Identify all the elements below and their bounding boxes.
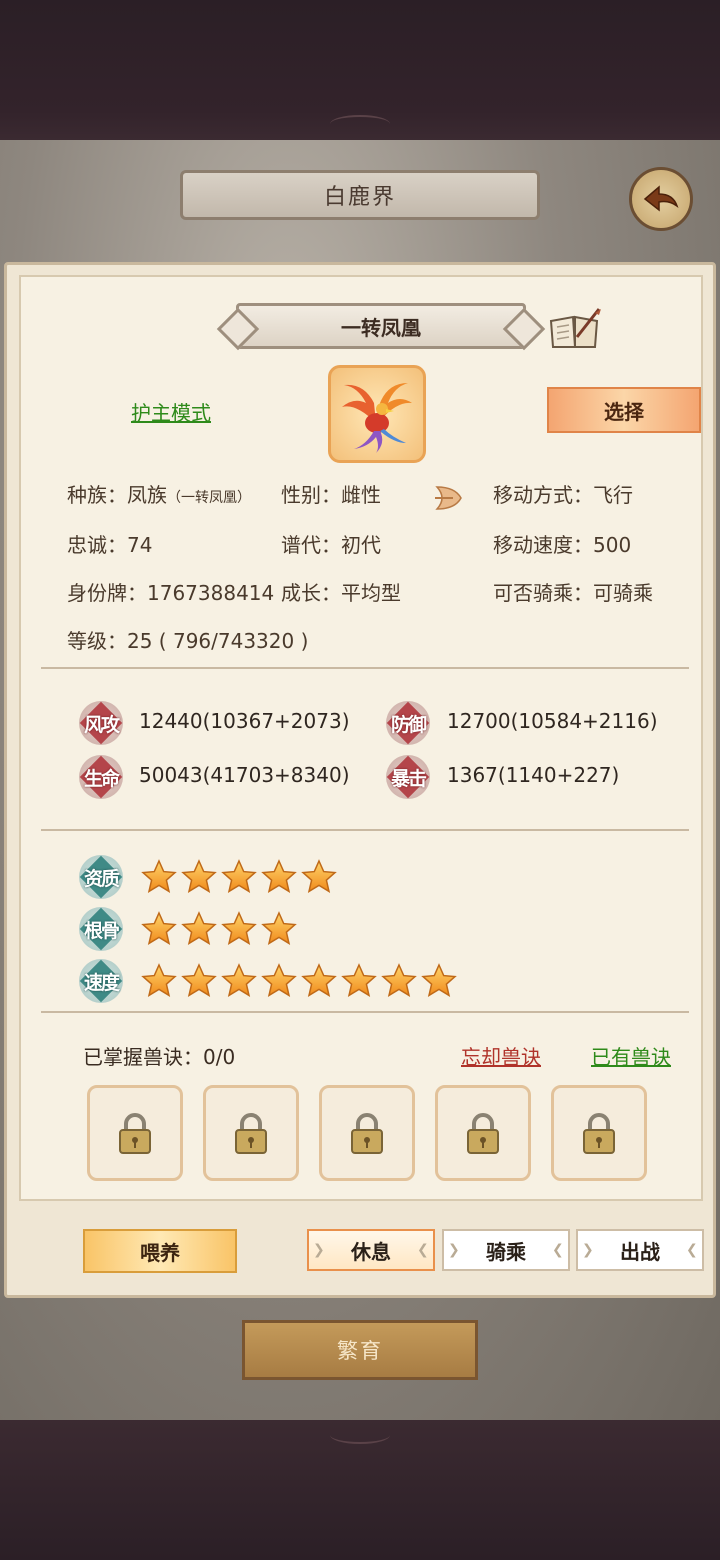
select-button[interactable]: 选择	[547, 387, 701, 433]
skill-slot[interactable]	[435, 1085, 531, 1181]
divider	[41, 1011, 689, 1013]
id-tag-info: 身份牌：1767388414	[67, 581, 275, 605]
pet-name: 一转凤凰	[341, 315, 421, 340]
star-icon	[141, 859, 177, 899]
back-button[interactable]	[629, 167, 693, 231]
pet-detail-inner: 一转凤凰 护主模式 选择 种族：凤族（一转凤凰） 性别：雌性 移动方式：飞行 忠…	[19, 275, 703, 1201]
stat-badge-wind-attack: 风攻	[79, 701, 123, 745]
scene-title: 白鹿界	[180, 170, 540, 220]
race-info: 种族：凤族（一转凤凰）	[67, 479, 251, 508]
move-type-info: 移动方式：飞行	[493, 483, 633, 507]
race-label: 种族：	[67, 483, 127, 507]
phoenix-icon	[342, 383, 412, 453]
star-icon	[381, 963, 417, 1003]
loyalty-info: 忠诚：74	[67, 533, 153, 557]
star-icon	[301, 963, 337, 1003]
back-arrow-icon	[643, 185, 679, 212]
lock-icon	[235, 1113, 267, 1154]
feed-button[interactable]: 喂养	[83, 1229, 237, 1273]
stat-badge-defense: 防御	[386, 701, 430, 745]
stat-badge-life: 生命	[79, 755, 123, 799]
forget-skill-link[interactable]: 忘却兽诀	[461, 1041, 541, 1070]
quality-badge-aptitude: 资质	[79, 855, 123, 899]
stat-value-life: 50043(41703+8340)	[139, 763, 350, 787]
skills-mastered: 已掌握兽诀：0/0	[83, 1045, 236, 1069]
bottom-bar	[0, 1420, 720, 1560]
pet-detail-panel: 一转凤凰 护主模式 选择 种族：凤族（一转凤凰） 性别：雌性 移动方式：飞行 忠…	[4, 262, 716, 1298]
star-icon	[421, 963, 457, 1003]
aptitude-stars	[141, 859, 337, 899]
speed-stars	[141, 963, 457, 1003]
star-icon	[301, 859, 337, 899]
star-icon	[221, 963, 257, 1003]
rest-label: 休息	[351, 1239, 391, 1264]
lineage-info: 谱代：初代	[281, 533, 381, 557]
skill-slot[interactable]	[551, 1085, 647, 1181]
battle-label: 出战	[620, 1239, 660, 1264]
divider	[41, 667, 689, 669]
breed-button[interactable]: 繁育	[242, 1320, 478, 1380]
level-info: 等级：25 ( 796/743320 )	[67, 629, 309, 653]
star-icon	[181, 963, 217, 1003]
skill-slot[interactable]	[87, 1085, 183, 1181]
star-icon	[181, 859, 217, 899]
battle-button[interactable]: ❯ 出战 ❮	[576, 1229, 704, 1271]
star-icon	[221, 911, 257, 951]
bone-stars	[141, 911, 297, 951]
bottom-ornament	[330, 1426, 390, 1444]
skill-slot[interactable]	[319, 1085, 415, 1181]
gender-switch-arrow-icon[interactable]	[433, 483, 465, 513]
move-speed-info: 移动速度：500	[493, 533, 632, 557]
stat-value-wind-attack: 12440(10367+2073)	[139, 709, 350, 733]
stat-value-defense: 12700(10584+2116)	[447, 709, 658, 733]
star-icon	[261, 963, 297, 1003]
rideable-info: 可否骑乘：可骑乘	[493, 581, 653, 605]
stat-badge-crit: 暴击	[386, 755, 430, 799]
divider	[41, 829, 689, 831]
star-icon	[181, 911, 217, 951]
growth-info: 成长：平均型	[281, 581, 401, 605]
pet-name-plate: 一转凤凰	[236, 303, 526, 349]
race-value: 凤族	[127, 483, 167, 507]
star-icon	[341, 963, 377, 1003]
star-icon	[141, 963, 177, 1003]
ride-label: 骑乘	[486, 1239, 526, 1264]
guard-mode-link[interactable]: 护主模式	[131, 397, 211, 426]
rest-button[interactable]: ❯ 休息 ❮	[307, 1229, 435, 1271]
star-icon	[261, 911, 297, 951]
owned-skills-link[interactable]: 已有兽诀	[591, 1041, 671, 1070]
ride-button[interactable]: ❯ 骑乘 ❮	[442, 1229, 570, 1271]
star-icon	[221, 859, 257, 899]
stat-value-crit: 1367(1140+227)	[447, 763, 620, 787]
top-bar	[0, 0, 720, 140]
skill-slot[interactable]	[203, 1085, 299, 1181]
top-ornament	[330, 115, 390, 133]
race-sub: （一转凤凰）	[167, 490, 251, 506]
lock-icon	[351, 1113, 383, 1154]
lock-icon	[583, 1113, 615, 1154]
lock-icon	[467, 1113, 499, 1154]
quality-badge-speed: 速度	[79, 959, 123, 1003]
star-icon	[261, 859, 297, 899]
gender-info: 性别：雌性	[281, 483, 381, 507]
book-quill-icon[interactable]	[547, 307, 603, 351]
lock-icon	[119, 1113, 151, 1154]
quality-badge-bone: 根骨	[79, 907, 123, 951]
star-icon	[141, 911, 177, 951]
pet-portrait[interactable]	[328, 365, 426, 463]
